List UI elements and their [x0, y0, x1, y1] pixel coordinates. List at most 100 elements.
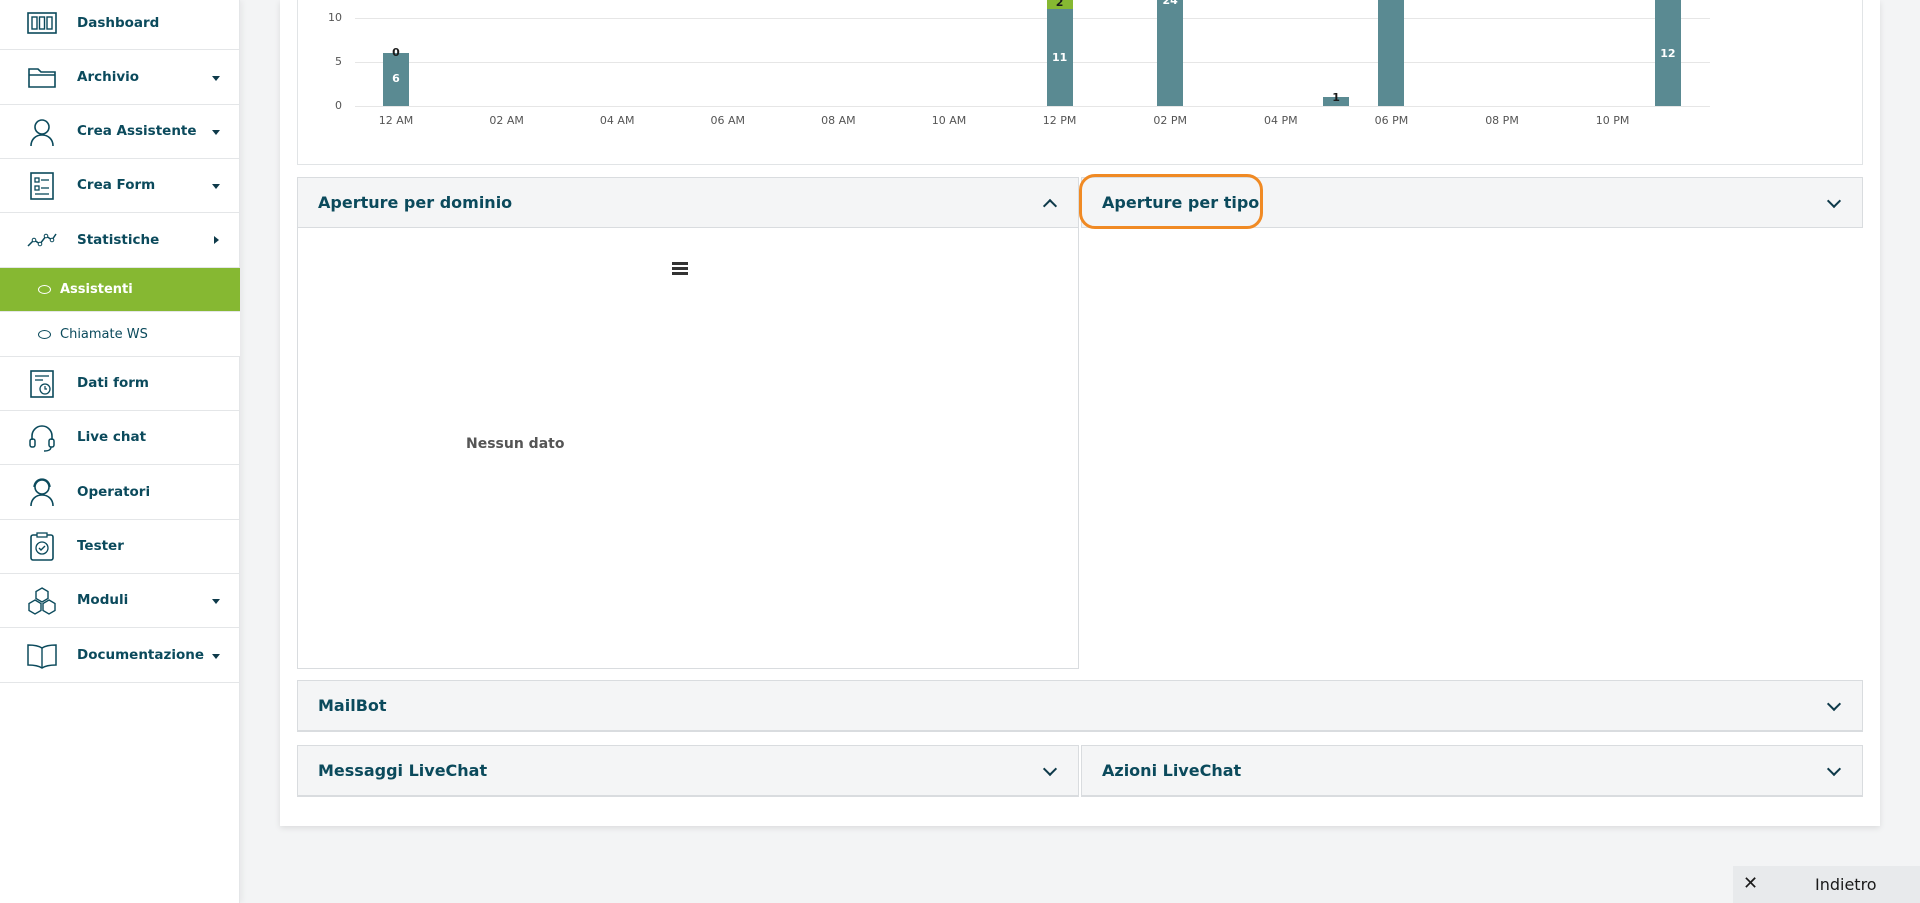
sidebar-subitem-label: Chiamate WS: [60, 326, 148, 342]
back-button[interactable]: ✕ Indietro: [1733, 866, 1920, 903]
panel-messaggi-livechat: Messaggi LiveChat: [297, 745, 1079, 797]
x-tick-label: 06 PM: [1374, 114, 1409, 127]
sidebar-item-statistiche[interactable]: Statistiche: [0, 213, 240, 268]
panel-header-mailbot[interactable]: MailBot: [298, 681, 1862, 731]
x-tick-label: 04 PM: [1263, 114, 1298, 127]
modules-icon: [26, 585, 58, 617]
grid-line: [355, 18, 1710, 19]
stats-icon: [26, 225, 58, 257]
panel-azioni-livechat: Azioni LiveChat: [1081, 745, 1863, 797]
x-tick-label: 10 AM: [931, 114, 967, 127]
sidebar-item-label: Crea Form: [77, 177, 156, 193]
sidebar: Dashboard Archivio Crea Assistente Crea …: [0, 0, 240, 903]
menu-line: [672, 267, 688, 270]
panel-title: Messaggi LiveChat: [318, 761, 488, 780]
bar-data-label: 24: [1162, 0, 1178, 7]
sidebar-item-archivio[interactable]: Archivio: [0, 50, 240, 105]
chevron-down-icon: [212, 184, 220, 189]
chevron-down-icon: [1826, 761, 1842, 777]
sidebar-item-label: Tester: [77, 538, 124, 554]
x-tick-label: 02 AM: [489, 114, 524, 127]
sidebar-item-label: Archivio: [77, 69, 140, 85]
panel-header-messaggi-livechat[interactable]: Messaggi LiveChat: [298, 746, 1078, 796]
sidebar-item-label: Documentazione: [77, 647, 205, 663]
back-button-label: Indietro: [1815, 875, 1877, 894]
panel-header-aperture-dominio[interactable]: Aperture per dominio: [298, 178, 1078, 228]
circle-icon: [38, 285, 51, 294]
panel-title: Aperture per dominio: [318, 193, 513, 212]
sidebar-item-live-chat[interactable]: Live chat: [0, 411, 240, 465]
chevron-down-icon: [1826, 193, 1842, 209]
sidebar-item-dati-form[interactable]: Dati form: [0, 357, 240, 411]
grid-line: [355, 62, 1710, 63]
dashboard-icon: [26, 7, 58, 39]
x-tick-label: 12 PM: [1042, 114, 1077, 127]
chevron-right-icon: [214, 236, 219, 244]
sidebar-item-crea-form[interactable]: Crea Form: [0, 159, 240, 213]
x-tick-label: 06 AM: [710, 114, 746, 127]
sidebar-item-documentazione[interactable]: Documentazione: [0, 628, 240, 683]
sidebar-item-label: Moduli: [77, 592, 129, 608]
sidebar-item-label: Statistiche: [77, 232, 160, 248]
sidebar-item-label: Dashboard: [77, 15, 160, 31]
panel-aperture-dominio: Aperture per dominio: [297, 177, 1079, 669]
close-icon[interactable]: ✕: [1743, 873, 1758, 894]
panel-title: Azioni LiveChat: [1102, 761, 1242, 780]
chart-bar[interactable]: [1157, 0, 1184, 106]
menu-line: [672, 272, 688, 275]
form-icon: [26, 170, 58, 202]
sidebar-subitem-assistenti[interactable]: Assistenti: [0, 268, 240, 312]
sidebar-item-label: Dati form: [77, 375, 149, 391]
chevron-down-icon: [212, 130, 220, 135]
x-tick-label: 12 AM: [378, 114, 414, 127]
chevron-down-icon: [212, 76, 220, 81]
chevron-up-icon: [1042, 198, 1058, 214]
form-data-icon: [26, 368, 58, 400]
y-tick-label: 5: [335, 55, 342, 68]
grid-line: [355, 106, 1710, 107]
bar-data-label: 1: [1332, 91, 1340, 104]
operator-icon: [26, 476, 58, 508]
x-tick-label: 08 PM: [1485, 114, 1519, 127]
panel-mailbot: MailBot: [297, 680, 1863, 732]
sidebar-item-crea-assistente[interactable]: Crea Assistente: [0, 105, 240, 159]
book-icon: [26, 640, 58, 672]
chevron-down-icon: [1042, 761, 1058, 777]
bar-data-label: 12: [1660, 47, 1676, 60]
chevron-down-icon: [1826, 696, 1842, 712]
sidebar-item-moduli[interactable]: Moduli: [0, 574, 240, 628]
sidebar-item-operatori[interactable]: Operatori: [0, 465, 240, 520]
sidebar-item-label: Operatori: [77, 484, 151, 500]
sidebar-subitem-label: Assistenti: [60, 282, 133, 297]
headset-icon: [26, 422, 58, 454]
folder-icon: [26, 61, 58, 93]
bar-data-label: 2: [1055, 0, 1064, 9]
bar-data-label: 11: [1051, 51, 1068, 64]
hourly-chart-panel: [297, 0, 1863, 165]
assistant-icon: [26, 116, 58, 148]
bar-data-label: 6: [392, 72, 400, 85]
tester-icon: [26, 531, 58, 563]
sidebar-subitem-chiamate-ws[interactable]: Chiamate WS: [0, 312, 240, 357]
y-tick-label: 10: [328, 11, 342, 24]
sidebar-item-label: Live chat: [77, 429, 147, 445]
circle-icon: [38, 329, 51, 339]
x-tick-label: 10 PM: [1595, 114, 1630, 127]
chevron-down-icon: [212, 654, 220, 659]
y-tick-label: 0: [335, 99, 342, 112]
x-tick-label: 02 PM: [1153, 114, 1187, 127]
panel-title: MailBot: [318, 696, 387, 715]
x-tick-label: 08 AM: [821, 114, 856, 127]
chevron-down-icon: [212, 599, 220, 604]
sidebar-item-tester[interactable]: Tester: [0, 520, 240, 574]
panel-header-azioni-livechat[interactable]: Azioni LiveChat: [1082, 746, 1862, 796]
chart-menu-icon[interactable]: [672, 262, 688, 276]
menu-line: [672, 262, 688, 265]
highlight-ring: [1079, 174, 1263, 229]
chart-bar[interactable]: [1378, 0, 1405, 106]
no-data-message: Nessun dato: [466, 436, 565, 452]
bar-data-label: 0: [392, 46, 400, 59]
sidebar-item-dashboard[interactable]: Dashboard: [0, 0, 240, 50]
x-tick-label: 04 AM: [599, 114, 635, 127]
sidebar-item-label: Crea Assistente: [77, 123, 197, 139]
